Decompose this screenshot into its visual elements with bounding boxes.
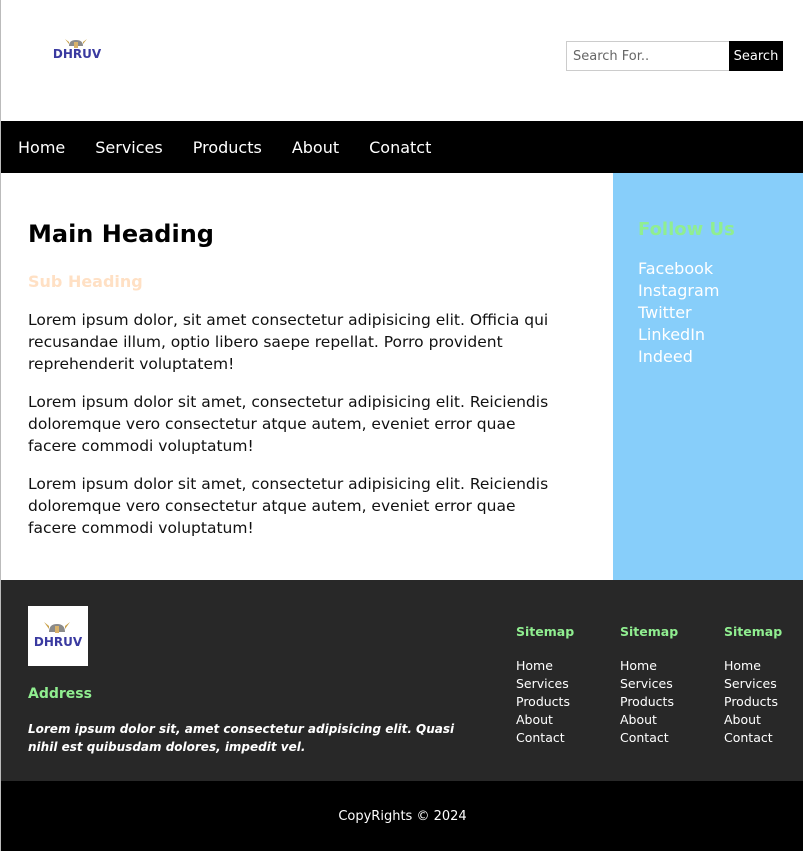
social-item: Twitter (638, 302, 803, 324)
social-item: LinkedIn (638, 324, 803, 346)
sitemap-link-about[interactable]: About (724, 711, 803, 729)
dhruv-logo[interactable]: DHRUV (47, 38, 107, 64)
sitemap-link-contact[interactable]: Contact (620, 729, 710, 747)
nav-about[interactable]: About (292, 138, 339, 157)
nav-home[interactable]: Home (18, 138, 65, 157)
instagram-link[interactable]: Instagram (638, 281, 719, 300)
sitemap-link-about[interactable]: About (516, 711, 606, 729)
copyright-text: CopyRights © 2024 (338, 808, 467, 824)
main-content: Main Heading Sub Heading Lorem ipsum dol… (1, 173, 613, 580)
sitemap-link-products[interactable]: Products (516, 693, 606, 711)
twitter-link[interactable]: Twitter (638, 303, 692, 322)
social-links: Facebook Instagram Twitter LinkedIn Inde… (638, 258, 803, 368)
address-text: Lorem ipsum dolor sit, amet consectetur … (28, 722, 455, 754)
nav-products[interactable]: Products (193, 138, 262, 157)
sitemap-column: Sitemap Home Services Products About Con… (724, 624, 803, 747)
sitemap-title: Sitemap (620, 624, 679, 639)
footer: DHRUV Address Lorem ipsum dolor sit, ame… (1, 580, 803, 781)
footer-logo-image: DHRUV (34, 622, 83, 649)
sub-heading: Sub Heading (28, 272, 143, 291)
sitemap-link-home[interactable]: Home (620, 657, 710, 675)
sitemap-link-products[interactable]: Products (724, 693, 803, 711)
nav-contact[interactable]: Conatct (369, 138, 431, 157)
facebook-link[interactable]: Facebook (638, 259, 713, 278)
sitemap-link-contact[interactable]: Contact (516, 729, 606, 747)
nav-services[interactable]: Services (95, 138, 162, 157)
paragraphs: Lorem ipsum dolor, sit amet consectetur … (28, 309, 568, 555)
address-heading: Address (28, 686, 92, 702)
paragraph: Lorem ipsum dolor sit amet, consectetur … (28, 475, 549, 537)
sitemap-link-products[interactable]: Products (620, 693, 710, 711)
paragraph: Lorem ipsum dolor, sit amet consectetur … (28, 311, 549, 373)
sitemap-title: Sitemap (724, 624, 783, 639)
sitemap-column: Sitemap Home Services Products About Con… (516, 624, 606, 747)
follow-us-sidebar: Follow Us Facebook Instagram Twitter Lin… (613, 173, 803, 580)
sitemap-link-services[interactable]: Services (516, 675, 606, 693)
sitemap-link-contact[interactable]: Contact (724, 729, 803, 747)
search-input[interactable] (566, 41, 729, 71)
social-item: Instagram (638, 280, 803, 302)
linkedin-link[interactable]: LinkedIn (638, 325, 705, 344)
search-button[interactable]: Search (729, 41, 783, 71)
viking-helmet-icon (44, 622, 70, 633)
paragraph: Lorem ipsum dolor sit amet, consectetur … (28, 393, 549, 455)
main-heading: Main Heading (28, 220, 214, 248)
social-item: Indeed (638, 346, 803, 368)
sitemap-link-home[interactable]: Home (724, 657, 803, 675)
main-nav: Home Services Products About Conatct (1, 121, 803, 173)
page: DHRUV Search Home Services Products Abou… (0, 0, 803, 851)
header: DHRUV Search (1, 0, 803, 121)
indeed-link[interactable]: Indeed (638, 347, 693, 366)
footer-logo-text: DHRUV (34, 635, 83, 649)
sitemap-link-services[interactable]: Services (620, 675, 710, 693)
sitemap-column: Sitemap Home Services Products About Con… (620, 624, 710, 747)
logo-text: DHRUV (53, 47, 102, 61)
search-bar: Search (566, 41, 783, 71)
social-item: Facebook (638, 258, 803, 280)
sitemap-link-home[interactable]: Home (516, 657, 606, 675)
sitemap-link-services[interactable]: Services (724, 675, 803, 693)
sitemap-link-about[interactable]: About (620, 711, 710, 729)
follow-us-heading: Follow Us (638, 219, 735, 240)
footer-logo[interactable]: DHRUV (28, 606, 88, 666)
copyright-bar: CopyRights © 2024 (1, 781, 803, 851)
sitemap-title: Sitemap (516, 624, 575, 639)
